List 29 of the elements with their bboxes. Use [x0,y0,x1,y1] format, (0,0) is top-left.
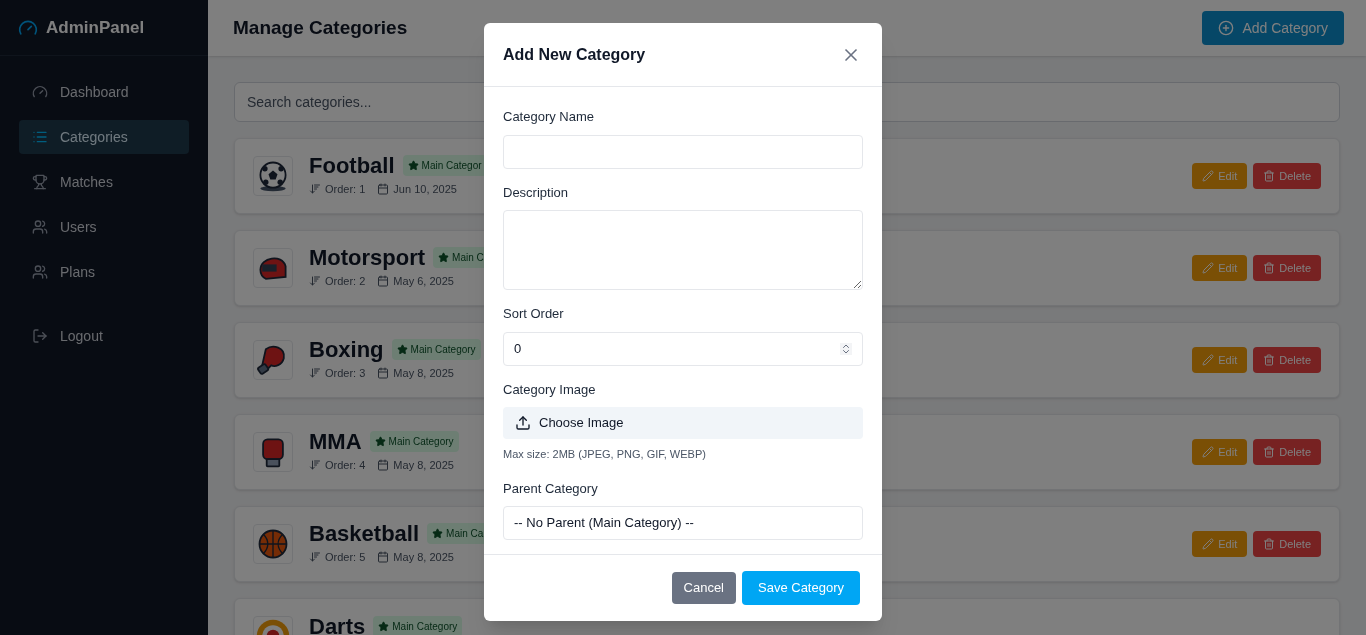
created-date: May 8, 2025 [377,456,454,474]
field-label: Sort Order [503,305,565,323]
field-label: Category Name [503,108,596,126]
category-badge: Main Category [369,431,459,453]
sort-order: Order: 1 [309,180,366,198]
category-badge: Main Category [391,339,481,361]
category-badge: Main Category [373,616,463,635]
field-label: Category Image [503,380,597,399]
image-hint: Max size: 2MB (JPEG, PNG, GIF, WEBP) [503,447,707,462]
created-date: May 6, 2025 [377,272,454,290]
category-name: Football [309,154,395,177]
field-label: Description [503,183,570,202]
created-date: Jun 10, 2025 [377,180,457,198]
created-date: May 8, 2025 [377,548,454,566]
brand-name: AdminPanel [46,16,145,39]
field-label: Parent Category [503,479,599,498]
sort-order: Order: 2 [309,272,366,290]
category-badge: Main Categor [402,155,487,177]
page-title: Manage Categories [233,15,408,40]
category-name: Boxing [309,338,384,361]
modal-title: Add New Category [503,44,646,65]
sort-order: Order: 5 [309,548,366,566]
category-name: MMA [309,430,362,453]
category-name: Darts [309,615,366,635]
created-date: May 8, 2025 [377,364,454,382]
category-name: Motorsport [309,246,426,269]
sort-order: Order: 3 [309,364,366,382]
category-name: Basketball [309,522,420,545]
sort-order: Order: 4 [309,456,366,474]
